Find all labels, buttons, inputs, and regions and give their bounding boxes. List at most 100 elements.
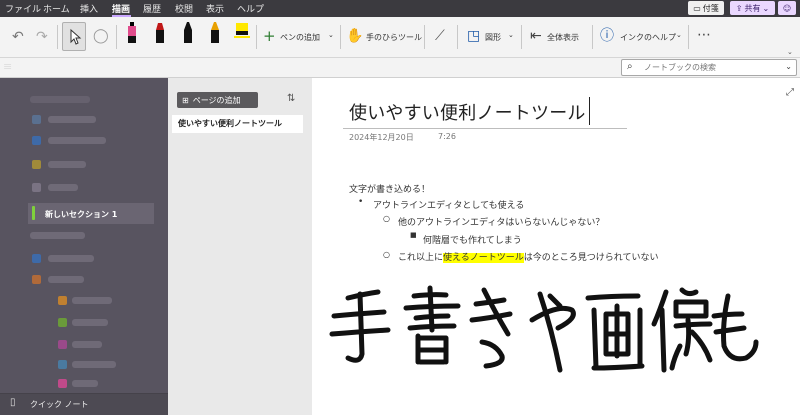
section-label: 新しいセクション 1 bbox=[45, 210, 118, 219]
text-caret bbox=[589, 97, 590, 125]
pen-pink[interactable] bbox=[125, 21, 139, 51]
redo-icon[interactable]: ↷ bbox=[36, 30, 48, 44]
add-page-button[interactable]: ⊞ ページの追加 bbox=[177, 92, 258, 108]
page-list-item[interactable]: 使いやすい便利ノートツール bbox=[172, 115, 303, 133]
outline-item[interactable]: これ以上に使えるノートツールは今のところ見つけられていない bbox=[398, 250, 658, 263]
section-item[interactable] bbox=[72, 361, 116, 368]
add-page-label: ページの追加 bbox=[192, 95, 241, 105]
ribbon-divider bbox=[521, 25, 522, 49]
pen-red[interactable] bbox=[153, 21, 167, 51]
section-color-icon bbox=[32, 115, 41, 124]
chevron-down-icon[interactable]: ⌄ bbox=[676, 31, 682, 39]
title-underline bbox=[343, 128, 627, 129]
menu-tab-insert[interactable]: 挿入 bbox=[80, 2, 98, 15]
page-title[interactable]: 使いやすい便利ノートツール bbox=[349, 99, 586, 125]
outline-item[interactable]: 何階層でも作れてしまう bbox=[423, 233, 522, 246]
notebook-search-box[interactable]: ⌕ ⌄ bbox=[621, 59, 797, 76]
section-item[interactable] bbox=[72, 319, 108, 326]
notebook-item[interactable] bbox=[30, 232, 85, 239]
pen-orange[interactable] bbox=[208, 21, 222, 51]
highlighter-yellow[interactable] bbox=[233, 21, 251, 51]
outline-item[interactable]: アウトラインエディタとしても使える bbox=[373, 198, 524, 211]
menu-tab-file[interactable]: ファイル bbox=[5, 2, 41, 15]
bullet-icon: • bbox=[358, 197, 364, 207]
section-item[interactable] bbox=[48, 276, 84, 283]
fit-to-window-icon[interactable]: ⇤ bbox=[530, 29, 542, 43]
share-label: 共有 bbox=[744, 3, 761, 13]
expand-icon[interactable]: ⤢ bbox=[786, 87, 794, 98]
sticky-notes-button[interactable]: ▭ 付箋 bbox=[688, 1, 724, 15]
hand-tool-button[interactable]: 手のひらツール bbox=[366, 32, 422, 43]
persona-button[interactable]: ☺ bbox=[778, 1, 796, 15]
pen-icon bbox=[156, 23, 164, 43]
menu-tab-review[interactable]: 校閲 bbox=[175, 2, 193, 15]
share-button[interactable]: ⇪ 共有 ⌄ bbox=[730, 1, 775, 15]
menu-tab-draw[interactable]: 描画 bbox=[112, 2, 130, 15]
section-color-icon bbox=[32, 136, 41, 145]
ribbon-divider bbox=[116, 25, 117, 49]
section-color-icon bbox=[58, 340, 67, 349]
shapes-icon[interactable]: ◳ bbox=[467, 29, 480, 43]
sticky-notes-label: 付箋 bbox=[702, 3, 719, 13]
menu-tab-history[interactable]: 履歴 bbox=[143, 2, 161, 15]
pen-icon bbox=[184, 22, 192, 43]
person-icon: ☺ bbox=[782, 3, 792, 13]
highlighter-icon bbox=[234, 23, 250, 38]
lasso-icon[interactable]: ◯ bbox=[93, 29, 109, 43]
onenote-window: ファイル ホーム 挿入 描画 履歴 校閲 表示 ヘルプ ▭ 付箋 ⇪ 共有 ⌄ … bbox=[0, 0, 800, 415]
note-text[interactable]: 文字が書き込める！ bbox=[349, 182, 430, 195]
undo-icon[interactable]: ↶ bbox=[12, 30, 24, 44]
cursor-arrow-icon bbox=[70, 28, 82, 45]
bullet-icon: ■ bbox=[410, 231, 417, 239]
ribbon-collapse-icon[interactable]: ⌄ bbox=[787, 48, 793, 56]
help-icon[interactable]: ⓘ bbox=[600, 29, 614, 43]
hand-icon[interactable]: ✋ bbox=[346, 29, 363, 43]
section-item[interactable] bbox=[72, 297, 112, 304]
section-item[interactable] bbox=[48, 255, 94, 262]
page-date: 2024年12月20日 bbox=[349, 133, 414, 142]
sticky-note-icon: ▭ bbox=[693, 3, 701, 13]
ribbon-divider bbox=[457, 25, 458, 49]
chevron-down-icon[interactable]: ⌄ bbox=[328, 31, 334, 39]
handwritten-ink[interactable] bbox=[326, 284, 766, 379]
draw-ribbon: ↶ ↷ ◯ + ペンの追加 ⌄ ✋ 手のひらツール ⟋ ◳ 図形 ⌄ ⇤ 全体表… bbox=[0, 17, 800, 58]
ribbon-divider bbox=[592, 25, 593, 49]
section-color-icon bbox=[32, 275, 41, 284]
outline-item[interactable]: 他のアウトラインエディタはいらないんじゃない？ bbox=[398, 215, 604, 228]
section-item[interactable] bbox=[48, 137, 106, 144]
chevron-down-icon[interactable]: ⌄ bbox=[508, 31, 514, 39]
chevron-down-icon[interactable]: ⌄ bbox=[785, 62, 792, 71]
notebook-item[interactable] bbox=[30, 96, 90, 103]
pen-black[interactable] bbox=[181, 21, 195, 51]
menu-tab-help[interactable]: ヘルプ bbox=[237, 2, 264, 15]
ink-help-button[interactable]: インクのヘルプ bbox=[620, 32, 676, 43]
full-view-button[interactable]: 全体表示 bbox=[547, 32, 579, 43]
ruler-icon[interactable]: ⟋ bbox=[435, 29, 445, 43]
page-time: 7:26 bbox=[438, 132, 456, 141]
pencil-icon bbox=[211, 22, 219, 43]
menu-tab-view[interactable]: 表示 bbox=[206, 2, 224, 15]
note-icon: ▯ bbox=[10, 397, 16, 408]
search-icon: ⌕ bbox=[627, 61, 633, 72]
add-page-icon: ⊞ bbox=[182, 95, 189, 105]
bullet-icon: ○ bbox=[383, 214, 390, 223]
menu-tab-home[interactable]: ホーム bbox=[43, 2, 70, 15]
shapes-button[interactable]: 図形 bbox=[485, 32, 501, 43]
sort-icon[interactable]: ⇅ bbox=[287, 93, 295, 104]
hamburger-icon[interactable]: ≡ bbox=[3, 61, 12, 72]
section-item[interactable] bbox=[48, 184, 78, 191]
section-item[interactable] bbox=[48, 116, 96, 123]
bullet-icon: ○ bbox=[383, 250, 390, 259]
add-pen-button[interactable]: ペンの追加 bbox=[280, 32, 320, 43]
chevron-down-icon: ⌄ bbox=[762, 3, 770, 13]
share-icon: ⇪ bbox=[735, 3, 743, 13]
section-color-icon bbox=[32, 160, 41, 169]
outline-text: は今のところ見つけられていない bbox=[523, 253, 659, 263]
more-options-icon[interactable]: ⋯ bbox=[697, 28, 711, 42]
select-tool-button[interactable] bbox=[62, 22, 86, 51]
section-item[interactable] bbox=[72, 341, 102, 348]
section-item[interactable] bbox=[72, 380, 98, 387]
section-item[interactable] bbox=[48, 161, 86, 168]
search-input[interactable] bbox=[644, 63, 774, 72]
plus-icon[interactable]: + bbox=[263, 29, 276, 44]
